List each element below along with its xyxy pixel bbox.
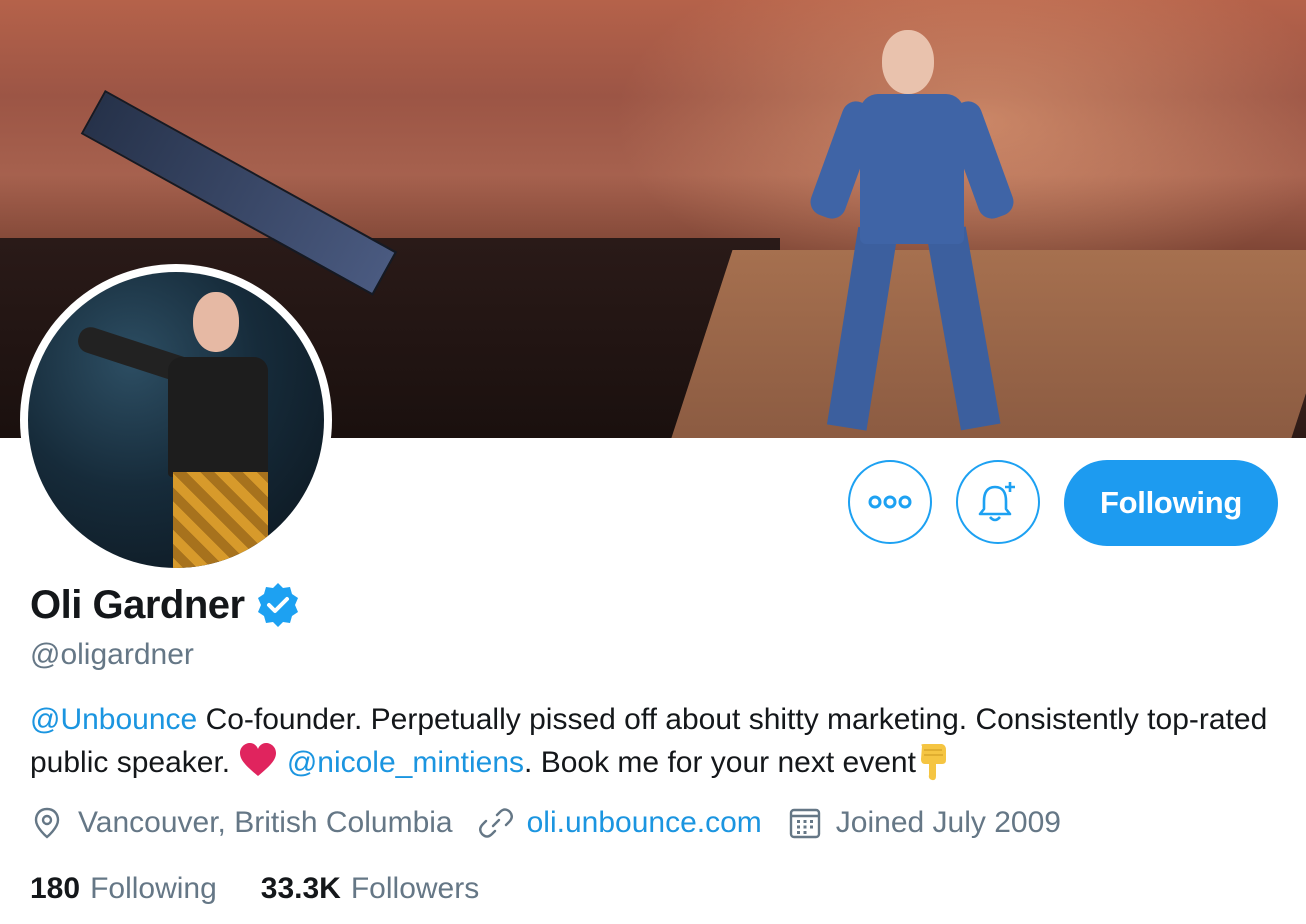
avatar-photo (28, 272, 324, 568)
verified-badge-icon (257, 583, 298, 627)
following-button[interactable]: Following (1064, 460, 1278, 546)
profile-bio: @Unbounce Co-founder. Perpetually pissed… (30, 698, 1280, 784)
profile-stats: 180 Following 33.3K Followers (30, 872, 523, 906)
following-stat[interactable]: 180 Following (30, 872, 217, 906)
website-link[interactable]: oli.unbounce.com (527, 806, 762, 840)
bell-plus-icon (978, 482, 1015, 522)
ellipsis-icon (868, 495, 912, 509)
profile-name-row: Oli Gardner (30, 580, 303, 630)
following-count: 180 (30, 872, 81, 905)
followers-stat[interactable]: 33.3K Followers (261, 872, 479, 906)
location-pin-icon (34, 807, 60, 839)
pointing-down-emoji-icon (920, 744, 946, 781)
calendar-icon (789, 808, 820, 839)
joined-text: Joined July 2009 (835, 806, 1061, 839)
followers-count: 33.3K (260, 872, 341, 905)
more-options-button[interactable] (848, 460, 932, 544)
followers-label: Followers (350, 872, 480, 905)
profile-website[interactable]: oli.unbounce.com (478, 806, 762, 840)
banner-person (806, 20, 1018, 438)
profile-handle: @oligardner (30, 638, 194, 671)
red-heart-emoji-icon (240, 743, 277, 776)
profile-location: Vancouver, British Columbia (30, 806, 453, 840)
link-icon (478, 808, 513, 838)
notifications-button[interactable] (956, 460, 1040, 544)
profile-meta: Vancouver, British Columbia oli.unbounce… (30, 806, 1087, 840)
profile-name: Oli Gardner (30, 582, 245, 627)
profile-joined: Joined July 2009 (788, 806, 1061, 840)
bio-text-end: . Book me for your next event (524, 746, 916, 779)
profile-avatar[interactable] (20, 264, 332, 576)
bio-mention-unbounce[interactable]: @Unbounce (30, 703, 197, 736)
location-text: Vancouver, British Columbia (78, 806, 453, 839)
bio-mention-nicole[interactable]: @nicole_mintiens (287, 746, 524, 779)
following-label: Following (90, 872, 217, 905)
